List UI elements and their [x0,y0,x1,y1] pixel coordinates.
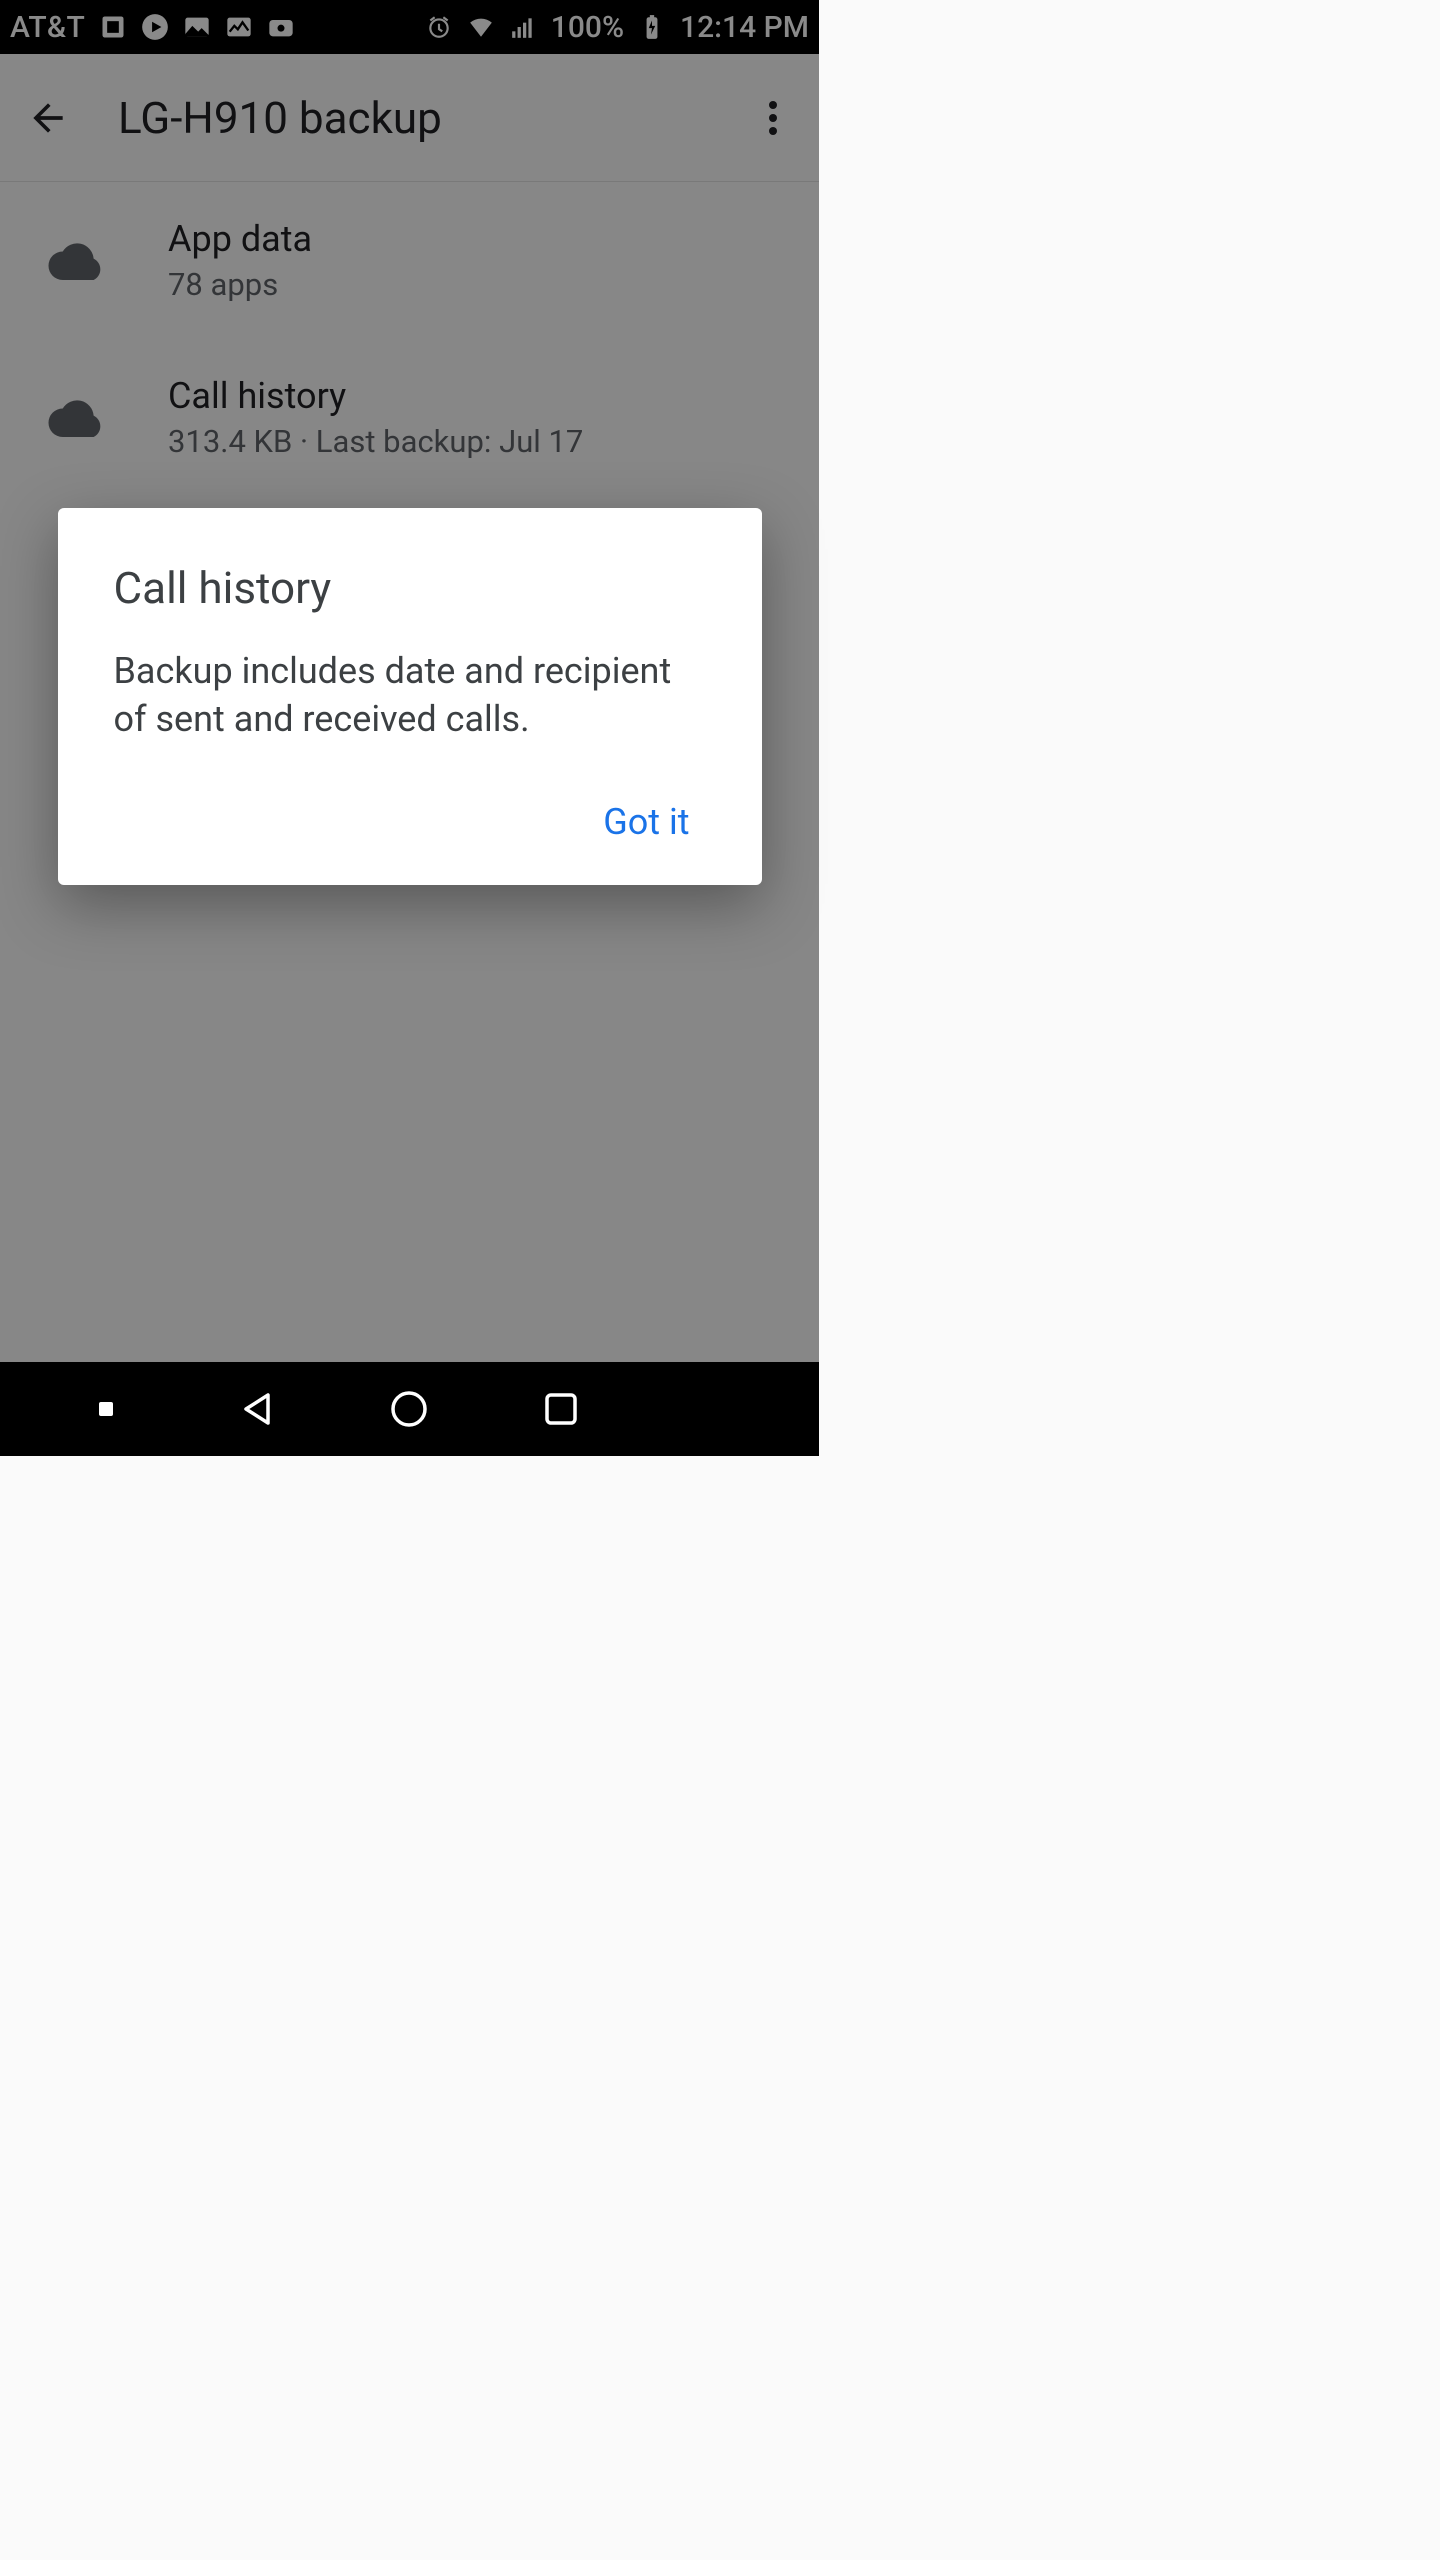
circle-icon [389,1389,429,1429]
dialog-title: Call history [114,562,710,614]
dialog-call-history: Call history Backup includes date and re… [58,508,762,885]
modal-scrim[interactable]: Call history Backup includes date and re… [0,0,819,1456]
nav-back-button[interactable] [218,1379,298,1439]
square-icon [541,1389,581,1429]
nav-pill-button[interactable] [66,1379,146,1439]
got-it-button[interactable]: Got it [583,787,709,857]
nav-pill-icon [99,1402,113,1416]
triangle-left-icon [238,1389,278,1429]
dialog-actions: Got it [114,787,710,857]
nav-home-button[interactable] [369,1379,449,1439]
dialog-body: Backup includes date and recipient of se… [114,648,710,743]
system-nav-bar [0,1362,819,1456]
nav-recents-button[interactable] [521,1379,601,1439]
